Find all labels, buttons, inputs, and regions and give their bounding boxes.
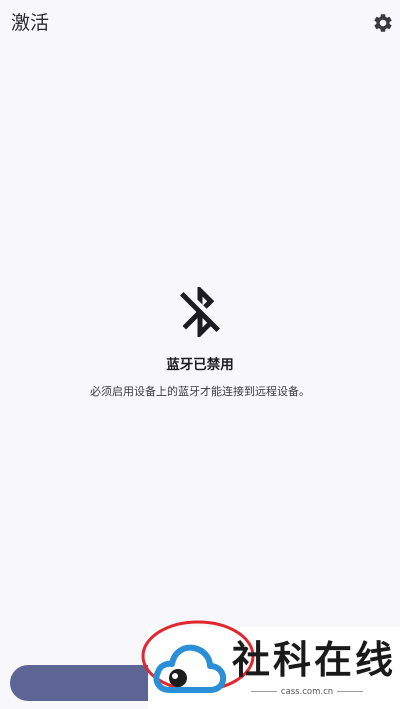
bluetooth-disabled-icon: [180, 287, 220, 337]
empty-state-description: 必须启用设备上的蓝牙才能连接到远程设备。: [90, 385, 310, 398]
page-title: 激活: [11, 12, 50, 34]
watermark-url: cass.com.cn: [232, 686, 382, 698]
empty-state-title: 蓝牙已禁用: [166, 357, 234, 373]
cloud-logo-icon: [153, 644, 226, 693]
settings-button[interactable]: [372, 12, 394, 34]
app-bar: 激活: [0, 0, 400, 48]
gear-icon: [374, 14, 392, 32]
watermark-url-text: cass.com.cn: [280, 687, 334, 697]
bluetooth-disabled-state: 蓝牙已禁用 必须启用设备上的蓝牙才能连接到远程设备。: [0, 282, 400, 400]
watermark-brand: 社科在线: [232, 638, 397, 682]
